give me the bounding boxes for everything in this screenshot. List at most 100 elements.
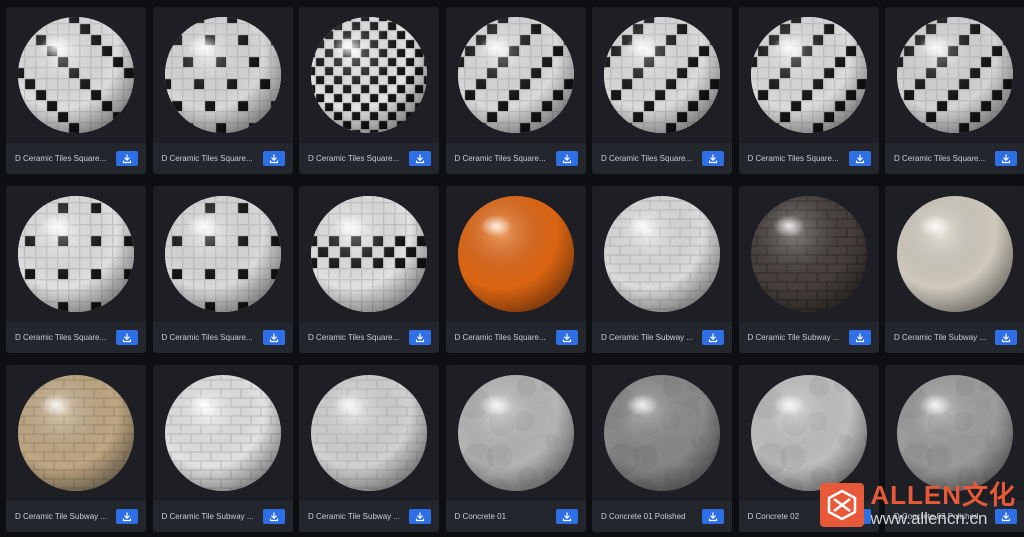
material-footer: D Ceramic Tiles Square... bbox=[592, 143, 732, 174]
material-card[interactable]: D Concrete 01 bbox=[445, 365, 586, 532]
material-sphere bbox=[457, 375, 574, 491]
material-preview[interactable] bbox=[153, 7, 293, 143]
download-button[interactable] bbox=[555, 330, 578, 345]
material-name: D Ceramic Tile Subway ... bbox=[308, 512, 401, 521]
material-card[interactable]: D Ceramic Tiles Square... bbox=[6, 186, 146, 353]
download-button[interactable] bbox=[848, 330, 871, 345]
material-footer: D Ceramic Tiles Square... bbox=[6, 143, 146, 174]
material-card[interactable]: D Ceramic Tiles Square... bbox=[299, 186, 439, 353]
download-button[interactable] bbox=[848, 151, 871, 166]
material-preview[interactable] bbox=[153, 186, 293, 322]
material-preview[interactable] bbox=[446, 7, 586, 143]
material-footer: D Ceramic Tiles Square... bbox=[445, 143, 586, 174]
material-preview[interactable] bbox=[153, 365, 293, 501]
download-button[interactable] bbox=[262, 151, 285, 166]
material-footer: D Ceramic Tiles Square... bbox=[738, 143, 879, 174]
material-sphere bbox=[604, 375, 720, 491]
material-card[interactable]: D Ceramic Tile Subway ... bbox=[299, 365, 439, 532]
download-button[interactable] bbox=[116, 509, 138, 524]
download-icon bbox=[708, 332, 718, 342]
download-icon bbox=[269, 153, 278, 163]
download-button[interactable] bbox=[702, 330, 724, 345]
material-card[interactable]: D Ceramic Tile Subway ... bbox=[152, 365, 293, 532]
material-name: D Ceramic Tiles Square... bbox=[454, 154, 546, 163]
download-button[interactable] bbox=[409, 330, 431, 345]
material-name: D Concrete 02 bbox=[747, 512, 800, 521]
material-preview[interactable] bbox=[299, 7, 439, 143]
material-preview[interactable] bbox=[6, 7, 146, 143]
material-sphere bbox=[164, 196, 281, 312]
material-card[interactable]: D Concrete 01 Polished bbox=[592, 365, 732, 532]
allen-logo-icon bbox=[820, 483, 865, 527]
download-icon bbox=[122, 332, 132, 342]
material-sphere bbox=[604, 17, 720, 133]
material-preview[interactable] bbox=[446, 186, 586, 322]
download-button[interactable] bbox=[409, 151, 431, 166]
material-card[interactable]: D Ceramic Tiles Square... bbox=[152, 186, 293, 353]
material-name: D Ceramic Tiles Square... bbox=[601, 154, 693, 163]
download-button[interactable] bbox=[262, 509, 285, 524]
material-preview[interactable] bbox=[739, 7, 879, 143]
material-card[interactable]: D Ceramic Tiles Square... bbox=[445, 7, 586, 174]
watermark-url: www.allencn.cn bbox=[870, 509, 988, 528]
material-card[interactable]: D Ceramic Tiles Square... bbox=[445, 186, 586, 353]
download-icon bbox=[122, 153, 132, 163]
material-preview[interactable] bbox=[592, 365, 732, 501]
material-footer: D Ceramic Tile Subway ... bbox=[152, 501, 293, 532]
watermark-brand: ALLEN文化 bbox=[870, 480, 1016, 510]
material-preview[interactable] bbox=[446, 365, 586, 501]
material-name: D Ceramic Tiles Square... bbox=[308, 333, 400, 342]
material-card[interactable]: D Ceramic Tile Subway ... bbox=[6, 365, 146, 532]
material-sphere bbox=[897, 375, 1013, 491]
material-sphere bbox=[311, 375, 427, 491]
material-card[interactable]: D Ceramic Tiles Square... bbox=[6, 7, 146, 174]
download-icon bbox=[562, 153, 571, 163]
material-grid: D Ceramic Tiles Square... D Ceramic Tiles… bbox=[6, 7, 1024, 532]
material-sphere bbox=[164, 17, 281, 133]
download-icon bbox=[1001, 153, 1011, 163]
material-sphere bbox=[311, 17, 427, 133]
download-icon bbox=[708, 153, 718, 163]
material-sphere bbox=[750, 17, 867, 133]
download-button[interactable] bbox=[555, 509, 578, 524]
material-name: D Ceramic Tile Subway ... bbox=[601, 333, 694, 342]
material-preview[interactable] bbox=[885, 7, 1024, 143]
download-button[interactable] bbox=[409, 509, 431, 524]
watermark: ALLEN文化 www.allencn.cn bbox=[820, 481, 1016, 529]
material-preview[interactable] bbox=[299, 186, 439, 322]
material-preview[interactable] bbox=[885, 186, 1024, 322]
material-card[interactable]: D Ceramic Tile Subway ... bbox=[738, 186, 879, 353]
material-preview[interactable] bbox=[592, 186, 732, 322]
material-card[interactable]: D Ceramic Tile Subway ... bbox=[885, 186, 1024, 353]
material-name: D Ceramic Tiles Square... bbox=[161, 333, 253, 342]
material-card[interactable]: D Ceramic Tile Subway ... bbox=[592, 186, 732, 353]
material-card[interactable]: D Ceramic Tiles Square... bbox=[885, 7, 1024, 174]
material-card[interactable]: D Ceramic Tiles Square... bbox=[738, 7, 879, 174]
material-card[interactable]: D Ceramic Tiles Square... bbox=[592, 7, 732, 174]
download-button[interactable] bbox=[555, 151, 578, 166]
material-footer: D Ceramic Tiles Square... bbox=[152, 143, 293, 174]
material-preview[interactable] bbox=[6, 365, 146, 501]
download-button[interactable] bbox=[702, 151, 724, 166]
material-preview[interactable] bbox=[6, 186, 146, 322]
material-card[interactable]: D Ceramic Tiles Square... bbox=[152, 7, 293, 174]
material-card[interactable]: D Ceramic Tiles Square... bbox=[299, 7, 439, 174]
material-sphere bbox=[18, 375, 134, 491]
download-button[interactable] bbox=[995, 330, 1017, 345]
material-name: D Ceramic Tiles Square... bbox=[15, 154, 107, 163]
material-preview[interactable] bbox=[592, 7, 732, 143]
download-button[interactable] bbox=[116, 151, 138, 166]
material-preview[interactable] bbox=[299, 365, 439, 501]
download-button[interactable] bbox=[702, 509, 724, 524]
download-button[interactable] bbox=[116, 330, 138, 345]
download-button[interactable] bbox=[995, 151, 1017, 166]
download-button[interactable] bbox=[262, 330, 285, 345]
material-footer: D Concrete 01 bbox=[445, 501, 586, 532]
material-footer: D Ceramic Tile Subway ... bbox=[885, 322, 1024, 353]
material-name: D Ceramic Tiles Square... bbox=[894, 154, 986, 163]
material-name: D Concrete 01 Polished bbox=[601, 512, 686, 521]
material-footer: D Ceramic Tiles Square... bbox=[152, 322, 293, 353]
material-preview[interactable] bbox=[739, 186, 879, 322]
material-name: D Ceramic Tile Subway ... bbox=[747, 333, 840, 342]
material-name: D Concrete 01 bbox=[454, 512, 507, 521]
